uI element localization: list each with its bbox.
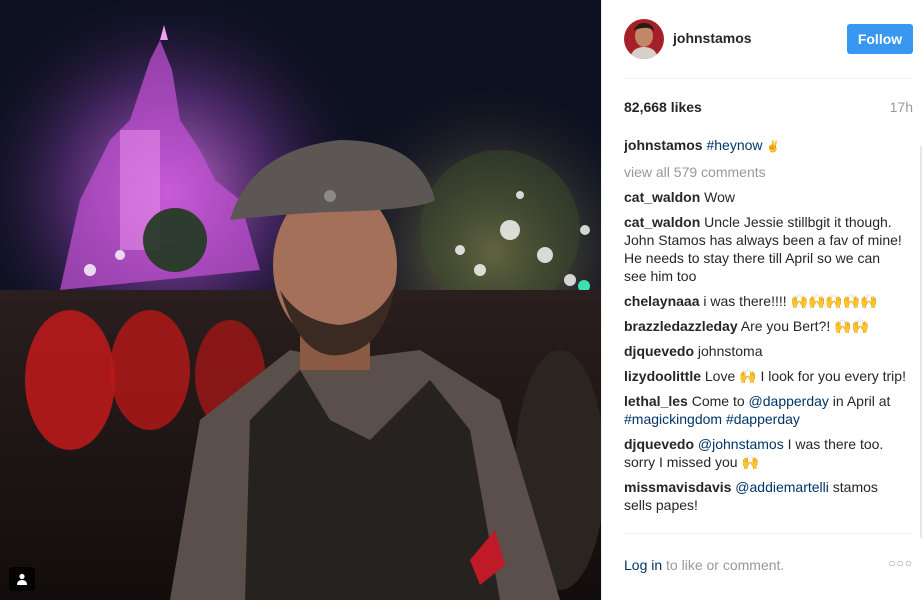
comments-scrollbar[interactable] — [920, 146, 922, 538]
header-divider — [624, 78, 913, 79]
post-username[interactable]: johnstamos — [673, 30, 752, 46]
comments-list: johnstamos #heynow ✌ view all 579 commen… — [624, 136, 906, 532]
login-prompt: Log in to like or comment. — [624, 557, 784, 573]
comment-text: in April at — [828, 393, 891, 409]
post-photo[interactable] — [0, 0, 601, 600]
login-link[interactable]: Log in — [624, 557, 662, 573]
post-sidebar: johnstamos Follow 82,668 likes 17h johns… — [601, 0, 924, 600]
login-prompt-text: to like or comment. — [662, 557, 785, 573]
comment-text: Wow — [704, 189, 735, 205]
list-item: missmavisdavis @addiemartelli stamos sel… — [624, 478, 906, 514]
more-options-icon[interactable]: ○○○ — [888, 556, 913, 570]
comment-hashtag[interactable]: #dapperday — [726, 411, 800, 427]
comment-hashtag[interactable]: #magickingdom — [624, 411, 722, 427]
post-header: johnstamos Follow — [602, 0, 924, 78]
caption-emoji: ✌ — [766, 141, 781, 153]
comment-mention[interactable]: @addiemartelli — [735, 479, 829, 495]
list-item: cat_waldon Wow — [624, 188, 906, 206]
avatar[interactable] — [624, 19, 664, 59]
comment-username[interactable]: missmavisdavis — [624, 479, 731, 495]
tagged-users-button[interactable] — [9, 567, 35, 591]
photo-image — [0, 0, 601, 600]
comment-text: Love 🙌 I look for you every trip! — [704, 368, 906, 384]
comment-username[interactable]: cat_waldon — [624, 214, 700, 230]
list-item: cat_waldon Uncle Jessie stillbgit it tho… — [624, 213, 906, 285]
comment-mention[interactable]: @dapperday — [749, 393, 829, 409]
list-item: lizydoolittle Love 🙌 I look for you ever… — [624, 367, 906, 385]
caption-hashtag[interactable]: #heynow — [706, 137, 762, 153]
post-timestamp[interactable]: 17h — [890, 99, 913, 115]
likes-count[interactable]: 82,668 likes — [624, 99, 702, 115]
avatar-image — [624, 19, 664, 59]
comment-username[interactable]: cat_waldon — [624, 189, 700, 205]
caption-username[interactable]: johnstamos — [624, 137, 703, 153]
follow-button[interactable]: Follow — [847, 24, 913, 54]
comment-username[interactable]: lethal_les — [624, 393, 688, 409]
comment-username[interactable]: lizydoolittle — [624, 368, 701, 384]
comment-text: i was there!!!! 🙌🙌🙌🙌🙌 — [703, 293, 878, 309]
list-item: brazzledazzleday Are you Bert?! 🙌🙌 — [624, 317, 906, 335]
comment-username[interactable]: djquevedo — [624, 436, 694, 452]
view-all-comments-link[interactable]: view all 579 comments — [624, 163, 906, 181]
person-icon — [17, 573, 27, 585]
comment-username[interactable]: chelaynaaa — [624, 293, 700, 309]
footer-divider — [624, 533, 913, 534]
list-item: chelaynaaa i was there!!!! 🙌🙌🙌🙌🙌 — [624, 292, 906, 310]
comment-username[interactable]: djquevedo — [624, 343, 694, 359]
caption: johnstamos #heynow ✌ — [624, 136, 906, 156]
comment-text: johnstoma — [697, 343, 763, 359]
comment-text: Come to — [691, 393, 749, 409]
list-item: djquevedo @johnstamos I was there too. s… — [624, 435, 906, 471]
list-item: lethal_les Come to @dapperday in April a… — [624, 392, 906, 428]
list-item: djquevedo johnstoma — [624, 342, 906, 360]
comment-mention[interactable]: @johnstamos — [698, 436, 784, 452]
comment-text: Are you Bert?! 🙌🙌 — [740, 318, 869, 334]
comment-username[interactable]: brazzledazzleday — [624, 318, 738, 334]
